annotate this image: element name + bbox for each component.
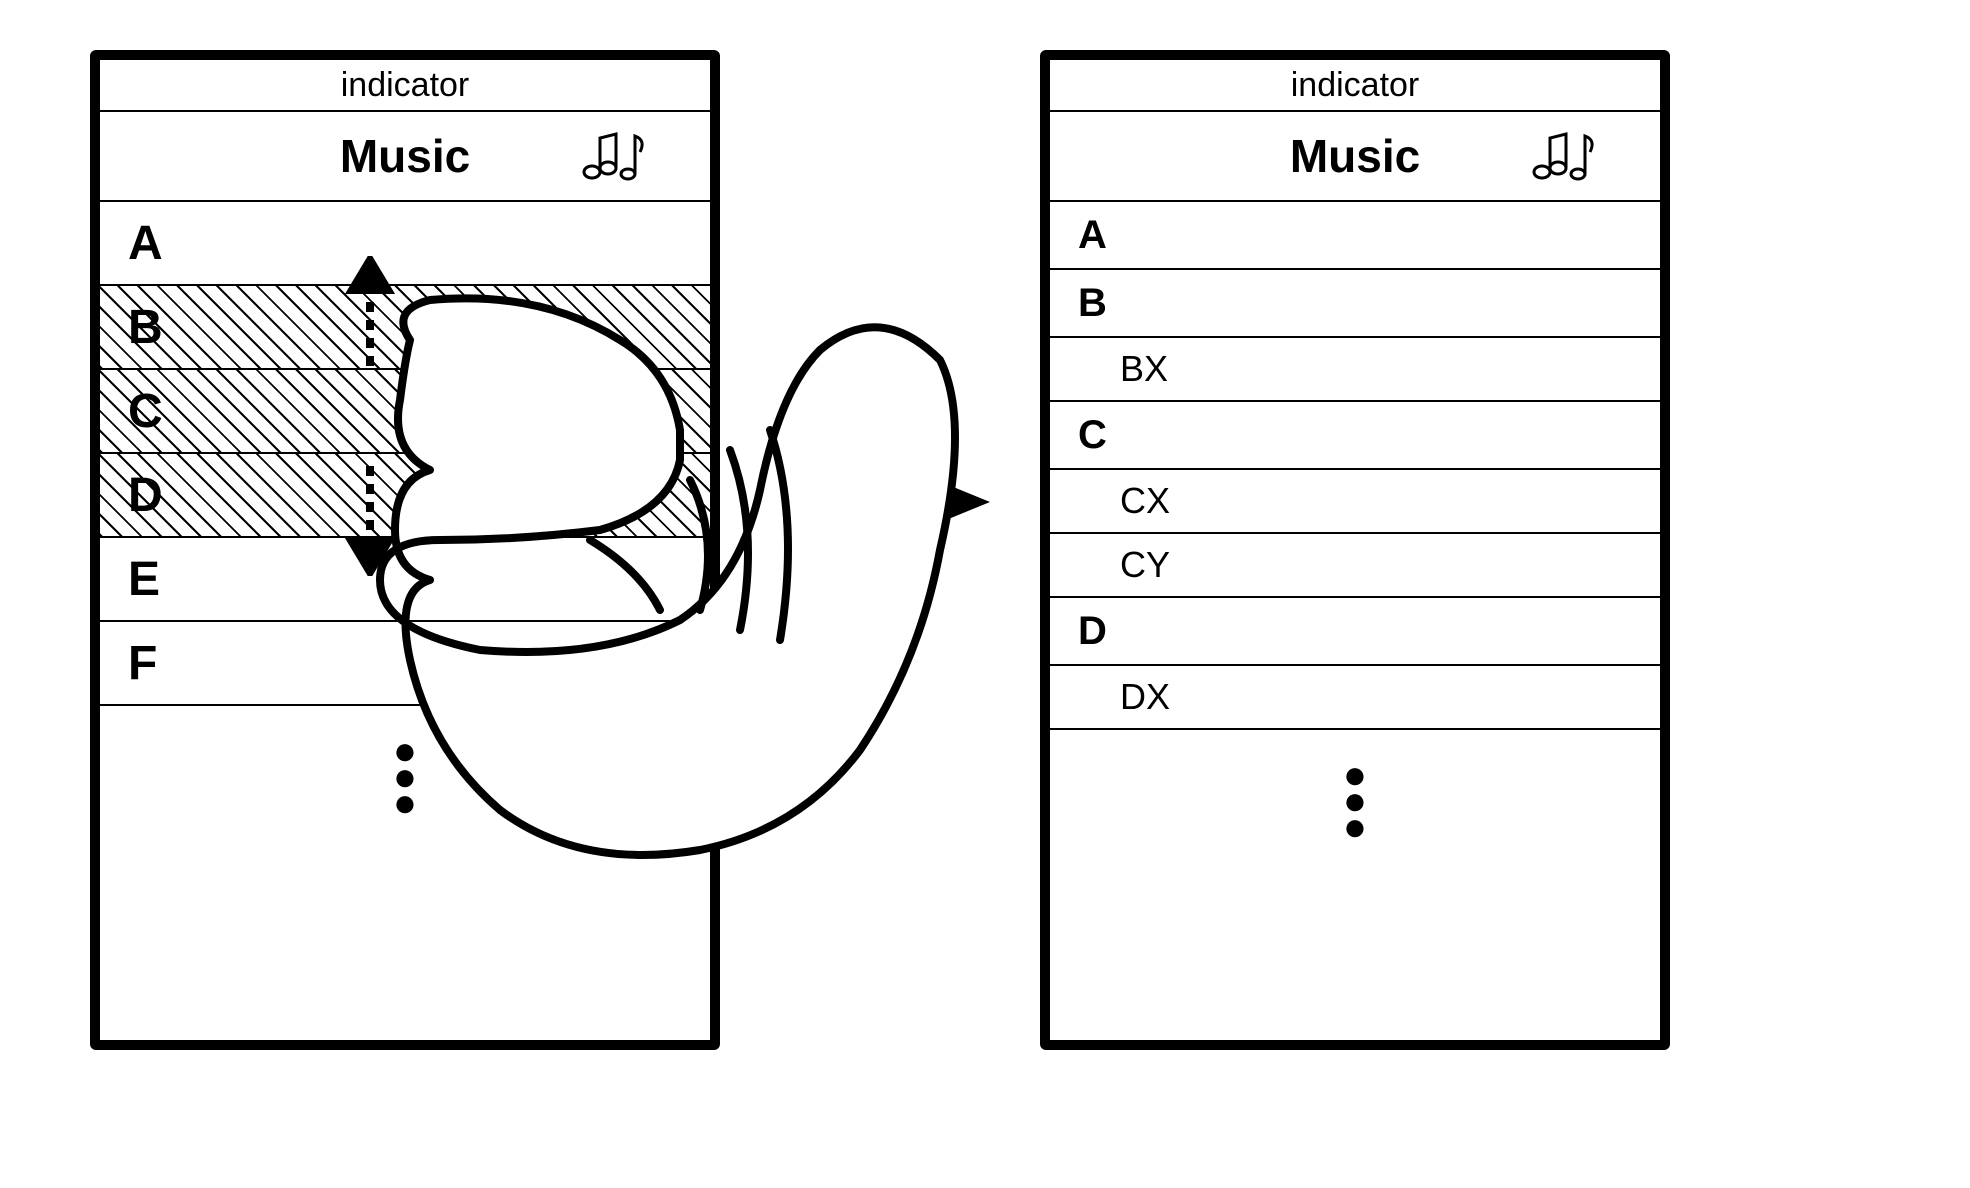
list-item[interactable]: E bbox=[100, 538, 710, 622]
title-label: Music bbox=[340, 129, 470, 183]
item-label: CX bbox=[1120, 480, 1170, 522]
item-label: D bbox=[1078, 609, 1107, 654]
list-item[interactable]: B bbox=[1050, 270, 1660, 338]
item-label: D bbox=[128, 468, 163, 523]
item-label: C bbox=[128, 384, 163, 439]
music-notes-icon bbox=[580, 128, 650, 184]
item-label: B bbox=[1078, 281, 1107, 326]
list-subitem[interactable]: CY bbox=[1050, 534, 1660, 598]
music-notes-icon bbox=[1530, 128, 1600, 184]
title-bar: Music bbox=[1050, 112, 1660, 202]
list-subitem[interactable]: DX bbox=[1050, 666, 1660, 730]
item-label: A bbox=[1078, 213, 1107, 258]
indicator-label: indicator bbox=[1291, 66, 1420, 105]
list-item[interactable]: A bbox=[100, 202, 710, 286]
device-before: indicator Music A B bbox=[90, 50, 720, 1050]
item-label: BX bbox=[1120, 348, 1168, 390]
list-item[interactable]: F bbox=[100, 622, 710, 706]
device-after: indicator Music A B bbox=[1040, 50, 1670, 1050]
list-item-selected[interactable]: C bbox=[100, 370, 710, 454]
indicator-label: indicator bbox=[341, 66, 470, 105]
item-label: B bbox=[128, 300, 163, 355]
transition-arrow-icon bbox=[850, 480, 990, 524]
status-bar: indicator bbox=[1050, 60, 1660, 112]
list-subitem[interactable]: CX bbox=[1050, 470, 1660, 534]
ellipsis-icon: ●●● bbox=[100, 706, 710, 816]
list-subitem[interactable]: BX bbox=[1050, 338, 1660, 402]
title-bar: Music bbox=[100, 112, 710, 202]
list-item[interactable]: C bbox=[1050, 402, 1660, 470]
item-label: DX bbox=[1120, 676, 1170, 718]
status-bar: indicator bbox=[100, 60, 710, 112]
item-label: A bbox=[128, 216, 163, 271]
list-item-selected[interactable]: D bbox=[100, 454, 710, 538]
ellipsis-icon: ●●● bbox=[1050, 730, 1660, 840]
item-label: C bbox=[1078, 413, 1107, 458]
item-label: F bbox=[128, 636, 157, 691]
list-item-selected[interactable]: B bbox=[100, 286, 710, 370]
item-label: E bbox=[128, 552, 160, 607]
title-label: Music bbox=[1290, 129, 1420, 183]
list-item[interactable]: A bbox=[1050, 202, 1660, 270]
item-label: CY bbox=[1120, 544, 1170, 586]
list-item[interactable]: D bbox=[1050, 598, 1660, 666]
